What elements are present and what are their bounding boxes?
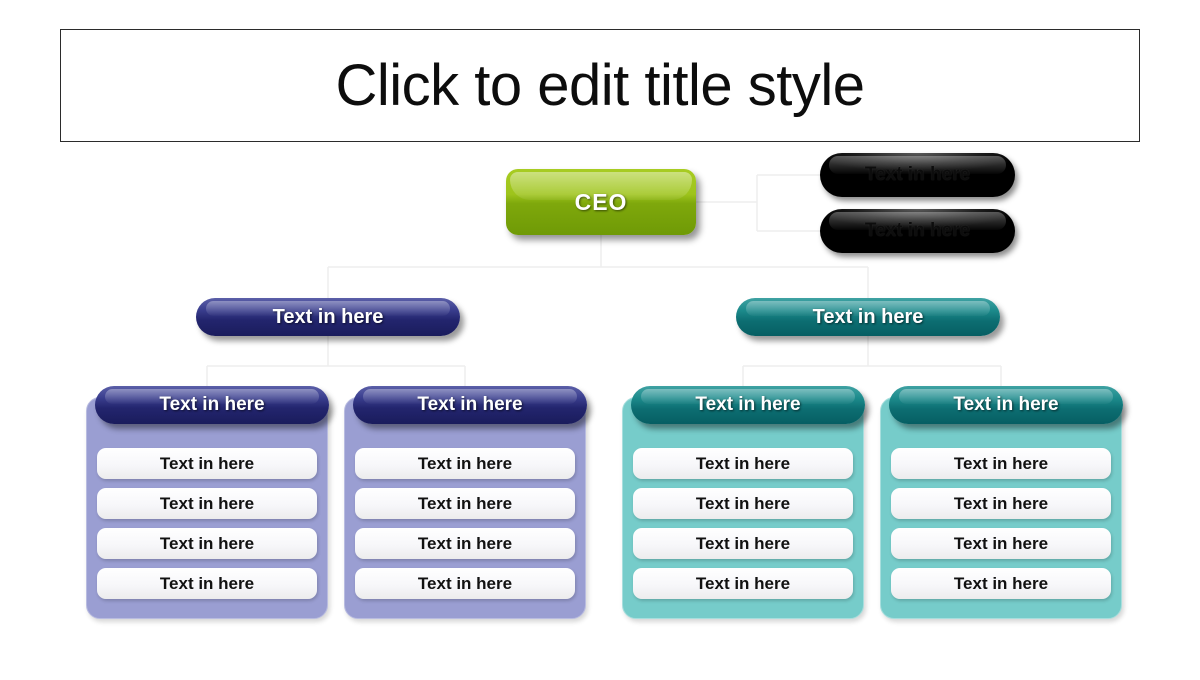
department-4-header-label: Text in here	[953, 394, 1059, 415]
list-item[interactable]: Text in here	[355, 448, 575, 479]
department-1-item-2-label: Text in here	[159, 493, 255, 513]
department-2-items: Text in here Text in here Text in here T…	[355, 448, 575, 599]
department-2-header-label: Text in here	[417, 394, 523, 415]
department-4-item-1-label: Text in here	[953, 453, 1049, 473]
list-item[interactable]: Text in here	[633, 568, 853, 599]
list-item[interactable]: Text in here	[633, 528, 853, 559]
department-2-header[interactable]: Text in here	[353, 386, 587, 424]
org-node-staff-1[interactable]: Text in here	[820, 153, 1015, 197]
org-node-ceo[interactable]: CEO	[506, 169, 696, 235]
department-4-item-3-label: Text in here	[953, 533, 1049, 553]
org-node-level2-right-label: Text in here	[812, 305, 924, 328]
org-node-level2-left-label: Text in here	[272, 305, 384, 328]
list-item[interactable]: Text in here	[97, 488, 317, 519]
org-node-staff-2[interactable]: Text in here	[820, 209, 1015, 253]
department-1-header-label: Text in here	[159, 394, 265, 415]
department-1-header[interactable]: Text in here	[95, 386, 329, 424]
list-item[interactable]: Text in here	[355, 528, 575, 559]
list-item[interactable]: Text in here	[633, 488, 853, 519]
list-item[interactable]: Text in here	[891, 568, 1111, 599]
department-1-item-3-label: Text in here	[159, 533, 255, 553]
page-title: Click to edit title style	[335, 52, 865, 118]
department-4-items: Text in here Text in here Text in here T…	[891, 448, 1111, 599]
department-3-item-1-label: Text in here	[695, 453, 791, 473]
list-item[interactable]: Text in here	[891, 488, 1111, 519]
list-item[interactable]: Text in here	[355, 488, 575, 519]
department-3-header-label: Text in here	[695, 394, 801, 415]
department-2-item-2-label: Text in here	[417, 493, 513, 513]
slide-canvas: Click to edit title style CEO Text in he…	[0, 0, 1200, 680]
list-item[interactable]: Text in here	[891, 448, 1111, 479]
department-3-item-4-label: Text in here	[695, 573, 791, 593]
list-item[interactable]: Text in here	[97, 528, 317, 559]
department-group-1[interactable]: Text in here Text in here Text in here T…	[86, 386, 329, 619]
org-node-staff-2-label: Text in here	[864, 220, 971, 241]
department-group-2[interactable]: Text in here Text in here Text in here T…	[344, 386, 587, 619]
department-4-item-4-label: Text in here	[953, 573, 1049, 593]
org-node-level2-right[interactable]: Text in here	[736, 298, 1000, 336]
org-node-level2-left[interactable]: Text in here	[196, 298, 460, 336]
list-item[interactable]: Text in here	[97, 568, 317, 599]
department-2-item-1-label: Text in here	[417, 453, 513, 473]
department-3-item-3-label: Text in here	[695, 533, 791, 553]
list-item[interactable]: Text in here	[891, 528, 1111, 559]
department-3-item-2-label: Text in here	[695, 493, 791, 513]
department-2-item-4-label: Text in here	[417, 573, 513, 593]
department-group-4[interactable]: Text in here Text in here Text in here T…	[880, 386, 1123, 619]
list-item[interactable]: Text in here	[355, 568, 575, 599]
department-1-item-1-label: Text in here	[159, 453, 255, 473]
org-node-staff-1-label: Text in here	[864, 164, 971, 185]
org-node-ceo-label: CEO	[574, 188, 628, 215]
department-4-header[interactable]: Text in here	[889, 386, 1123, 424]
list-item[interactable]: Text in here	[97, 448, 317, 479]
department-4-item-2-label: Text in here	[953, 493, 1049, 513]
title-placeholder[interactable]: Click to edit title style	[60, 29, 1140, 142]
list-item[interactable]: Text in here	[633, 448, 853, 479]
department-group-3[interactable]: Text in here Text in here Text in here T…	[622, 386, 865, 619]
department-1-items: Text in here Text in here Text in here T…	[97, 448, 317, 599]
department-3-header[interactable]: Text in here	[631, 386, 865, 424]
department-1-item-4-label: Text in here	[159, 573, 255, 593]
department-3-items: Text in here Text in here Text in here T…	[633, 448, 853, 599]
department-2-item-3-label: Text in here	[417, 533, 513, 553]
